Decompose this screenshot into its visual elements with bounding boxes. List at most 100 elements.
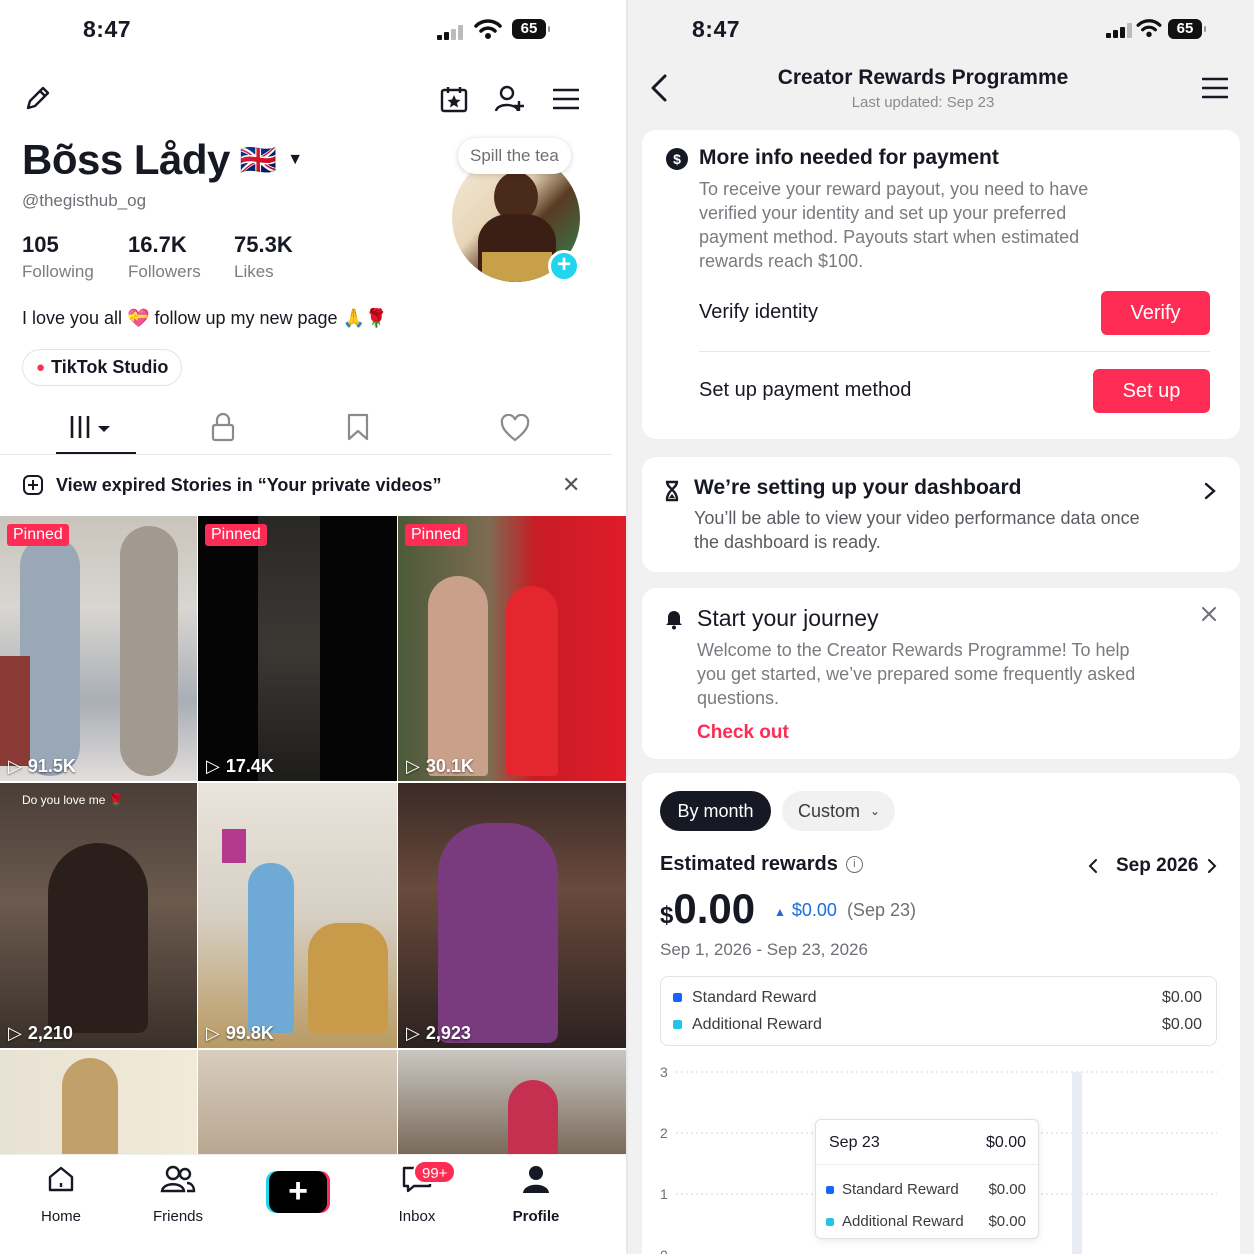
tooltip-total: $0.00	[985, 1134, 1026, 1151]
tooltip-row-value: $0.00	[988, 1181, 1026, 1198]
video-tile[interactable]	[198, 1050, 397, 1154]
calendar-star-icon[interactable]	[439, 84, 469, 114]
heart-icon[interactable]	[500, 414, 530, 442]
video-tile[interactable]: Do you love me 🌹 ▷ 2,210	[0, 783, 197, 1048]
profile-name: Bõss Lådy	[22, 136, 230, 183]
nav-profile[interactable]: Profile	[486, 1164, 586, 1225]
status-time: 8:47	[692, 16, 741, 42]
pinned-badge: Pinned	[405, 524, 467, 546]
menu-icon[interactable]	[1202, 77, 1228, 99]
create-button[interactable]: +	[266, 1171, 330, 1213]
uk-flag-icon: 🇬🇧	[239, 143, 278, 177]
video-tile[interactable]: ▷ 99.8K	[198, 783, 397, 1048]
y-tick-label: 1	[660, 1186, 668, 1202]
dollar-icon: $	[666, 148, 688, 170]
y-tick-label: 2	[660, 1125, 668, 1141]
signal-icon	[1106, 23, 1132, 38]
note-bubble[interactable]: Spill the tea	[458, 138, 571, 174]
expired-stories-banner[interactable]: View expired Stories in “Your private vi…	[22, 474, 441, 496]
page-title: Creator Rewards Programme	[777, 66, 1069, 89]
bookmark-icon[interactable]	[346, 412, 370, 442]
card-body: To receive your reward payout, you need …	[699, 179, 1089, 271]
edit-pencil-icon[interactable]	[24, 84, 52, 112]
play-icon: ▷	[406, 1023, 420, 1043]
profile-name-row[interactable]: Bõss Lådy 🇬🇧 ▼	[22, 136, 303, 184]
grid-videos-icon[interactable]	[68, 414, 112, 442]
start-journey-card: Start your journey Welcome to the Creato…	[642, 588, 1240, 759]
check-out-link[interactable]: Check out	[697, 722, 789, 744]
y-tick-label: 0	[660, 1247, 668, 1254]
legend-additional: Additional Reward	[673, 1016, 822, 1034]
tab-custom[interactable]: Custom ⌄	[782, 791, 895, 831]
add-friend-icon[interactable]	[494, 84, 526, 114]
close-icon[interactable]	[1201, 606, 1217, 622]
page-header: Creator Rewards Programme Last updated: …	[628, 66, 1218, 111]
video-tile[interactable]: Pinned ▷ 91.5K	[0, 516, 197, 781]
lock-icon[interactable]	[210, 412, 236, 442]
profile-screen: 8:47 65 Bõss Lådy 🇬🇧 ▼ @thegisthub_og 10…	[0, 0, 626, 1254]
tooltip-row: Standard Reward	[826, 1181, 959, 1198]
legend-additional-value: $0.00	[1161, 1016, 1202, 1033]
tiktok-studio-button[interactable]: ● TikTok Studio	[22, 349, 183, 386]
inbox-badge: 99+	[413, 1160, 457, 1184]
view-count: ▷ 91.5K	[8, 756, 76, 776]
chevron-left-icon[interactable]	[1088, 858, 1098, 874]
stat-likes[interactable]: 75.3K Likes	[234, 232, 293, 282]
view-count: ▷ 2,210	[8, 1023, 73, 1043]
hourglass-icon	[665, 480, 679, 502]
video-tile[interactable]: Pinned ▷ 30.1K	[398, 516, 626, 781]
chevron-down-icon: ▼	[287, 151, 304, 168]
rewards-amount: $ 0.00	[660, 885, 756, 932]
chevron-right-icon[interactable]	[1207, 858, 1217, 874]
card-title: We’re setting up your dashboard	[694, 476, 1022, 499]
nav-friends[interactable]: Friends	[128, 1164, 228, 1225]
play-icon: ▷	[8, 756, 22, 776]
up-triangle-icon: ▲	[774, 905, 786, 919]
stat-followers[interactable]: 16.7K Followers	[128, 232, 201, 282]
profile-bio: I love you all 💝 follow up my new page 🙏…	[22, 308, 388, 328]
menu-icon[interactable]	[553, 88, 579, 110]
bell-icon	[666, 611, 682, 630]
studio-icon: ●	[36, 359, 46, 376]
content-tabs	[0, 404, 612, 454]
legend-standard-value: $0.00	[1161, 989, 1202, 1006]
wifi-icon	[474, 19, 502, 39]
plus-icon: +	[269, 1171, 327, 1213]
play-icon: ▷	[206, 756, 220, 776]
rewards-delta: ▲ $0.00 (Sep 23)	[774, 900, 916, 920]
verify-button[interactable]: Verify	[1101, 291, 1210, 335]
profile-handle: @thegisthub_og	[22, 191, 147, 210]
profile-icon	[523, 1166, 549, 1193]
add-story-button[interactable]: +	[548, 250, 580, 282]
rewards-legend: Standard Reward $0.00 Additional Reward …	[660, 976, 1217, 1046]
video-tile[interactable]	[398, 1050, 626, 1154]
video-tile[interactable]: ▷ 2,923	[398, 783, 626, 1048]
status-time: 8:47	[83, 16, 132, 42]
tooltip-row: Additional Reward	[826, 1213, 964, 1230]
view-count: ▷ 99.8K	[206, 1023, 274, 1043]
hover-column	[1072, 1072, 1082, 1254]
divider	[0, 454, 612, 455]
payment-method-label: Set up payment method	[699, 379, 912, 401]
play-icon: ▷	[8, 1023, 22, 1043]
pinned-badge: Pinned	[7, 524, 69, 546]
month-selector[interactable]: Sep 2026	[1116, 855, 1198, 877]
card-title: More info needed for payment	[699, 146, 999, 169]
nav-home[interactable]: Home	[11, 1164, 111, 1225]
view-count: ▷ 30.1K	[406, 756, 474, 776]
tab-by-month[interactable]: By month	[660, 791, 771, 831]
view-count: ▷ 17.4K	[206, 756, 274, 776]
creator-rewards-screen: 8:47 65 Creator Rewards Programme Last u…	[628, 0, 1254, 1254]
stat-following[interactable]: 105 Following	[22, 232, 94, 282]
date-range: Sep 1, 2026 - Sep 23, 2026	[660, 940, 868, 959]
dashboard-card[interactable]: We’re setting up your dashboard You’ll b…	[642, 457, 1240, 572]
chevron-right-icon	[1204, 482, 1216, 500]
set-up-button[interactable]: Set up	[1093, 369, 1210, 413]
video-tile[interactable]	[0, 1050, 197, 1154]
video-tile[interactable]: Pinned ▷ 17.4K	[198, 516, 397, 781]
tooltip-date: Sep 23	[829, 1134, 880, 1151]
close-icon[interactable]: ✕	[562, 472, 580, 498]
play-icon: ▷	[406, 756, 420, 776]
friends-icon	[160, 1165, 196, 1193]
add-story-outline-icon	[23, 475, 43, 495]
